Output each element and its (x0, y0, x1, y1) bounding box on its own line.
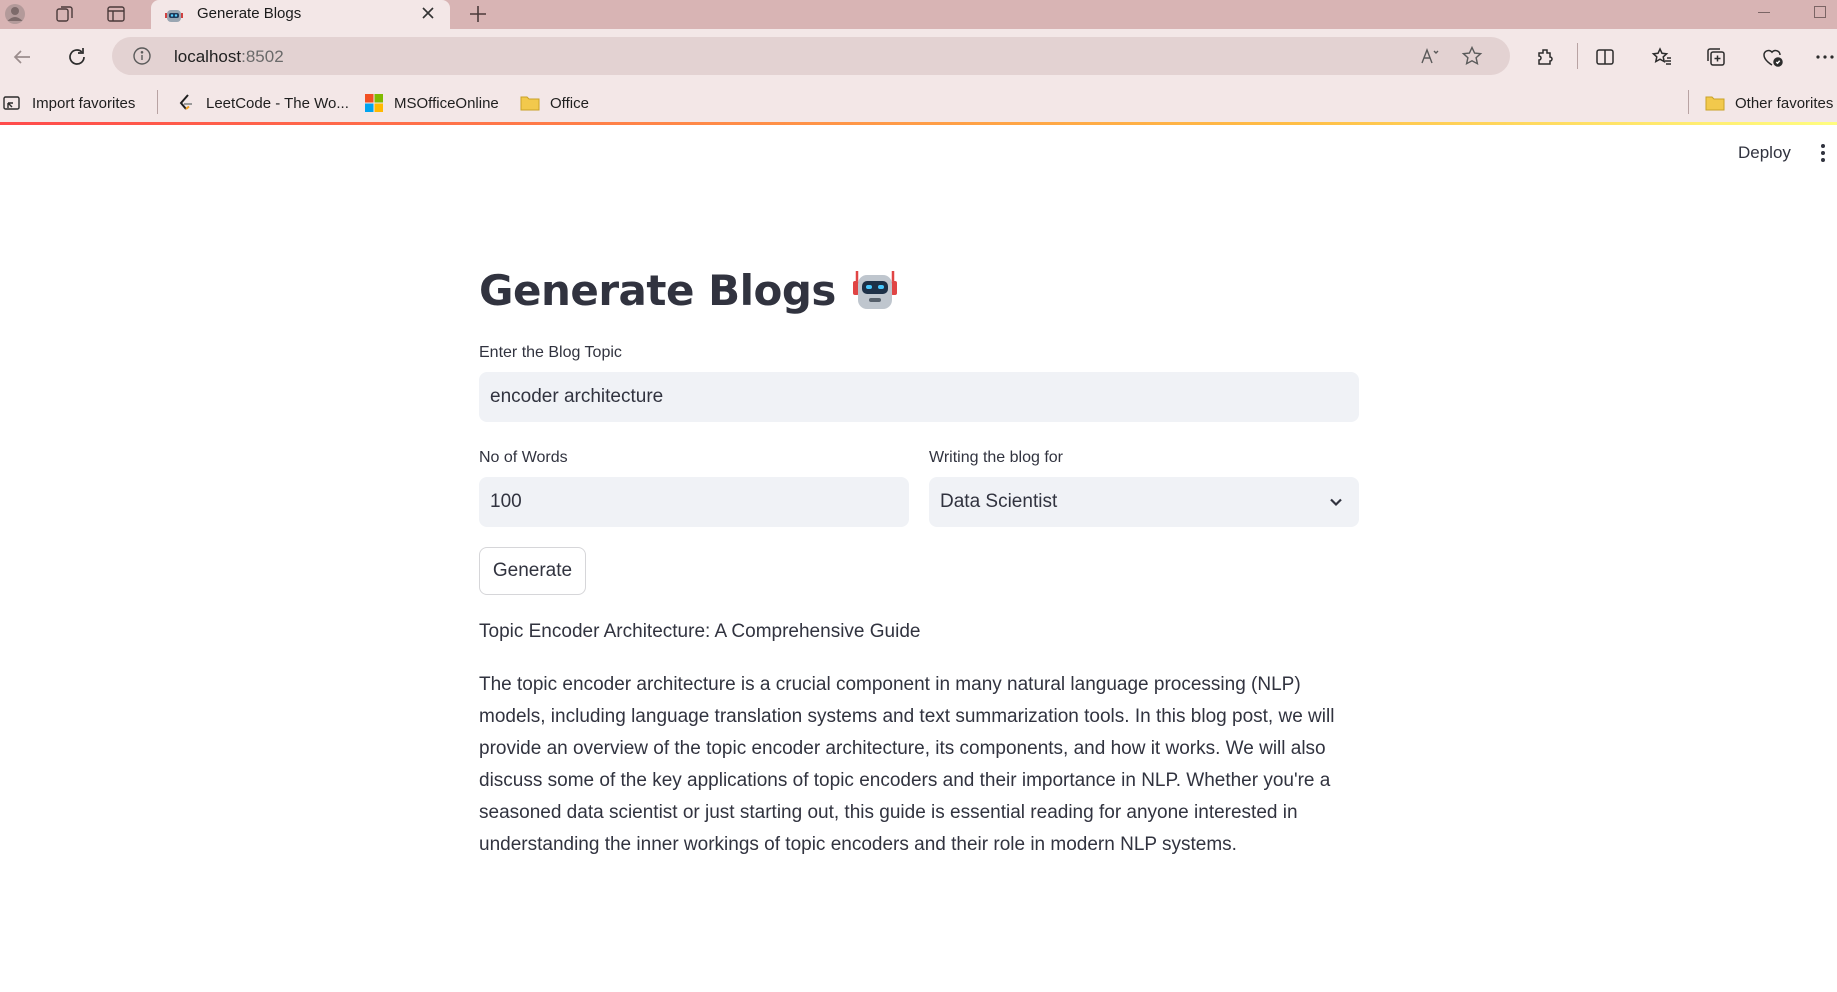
fav-label: LeetCode - The Wo... (206, 94, 349, 112)
collections-icon[interactable] (1704, 45, 1728, 69)
workspaces-icon[interactable] (54, 3, 76, 25)
robot-favicon-icon (164, 5, 184, 25)
maximize-icon[interactable] (1814, 6, 1826, 18)
split-screen-icon[interactable] (1593, 45, 1617, 69)
words-input[interactable]: 100 (479, 477, 909, 527)
words-label: No of Words (479, 449, 568, 466)
topic-input[interactable]: encoder architecture (479, 372, 1359, 422)
address-toolbar: localhost:8502 (0, 29, 1837, 84)
browser-essentials-icon[interactable] (1760, 45, 1784, 69)
audience-select-value: Data Scientist (940, 491, 1058, 512)
main-menu-icon[interactable] (1820, 144, 1826, 166)
refresh-icon[interactable] (63, 43, 91, 71)
profile-icon[interactable] (4, 3, 26, 25)
fav-label: Import favorites (32, 94, 136, 112)
microsoft-icon (364, 93, 384, 113)
leetcode-icon (176, 93, 196, 113)
audience-label: Writing the blog for (929, 449, 1063, 466)
favorites-divider (157, 90, 158, 114)
fav-msofficeonline[interactable]: MSOfficeOnline (364, 92, 499, 114)
toolbar-divider (1577, 43, 1578, 69)
close-tab-icon[interactable] (418, 3, 438, 23)
fav-office-folder[interactable]: Office (520, 92, 589, 114)
url-host: localhost (174, 47, 242, 66)
folder-icon (520, 93, 540, 113)
extensions-icon[interactable] (1534, 45, 1558, 69)
minimize-icon[interactable] (1758, 12, 1770, 13)
favorites-divider (1688, 90, 1689, 114)
address-bar[interactable]: localhost:8502 (112, 37, 1510, 75)
folder-icon (1705, 93, 1725, 113)
import-icon (2, 93, 22, 113)
favorite-star-icon[interactable] (1460, 44, 1484, 68)
page-title: Generate Blogs (479, 255, 1359, 325)
deploy-button[interactable]: Deploy (1738, 143, 1791, 163)
new-tab-icon[interactable] (466, 2, 490, 26)
favorites-icon[interactable] (1650, 45, 1674, 69)
app-decoration-bar (0, 122, 1837, 125)
fav-leetcode[interactable]: LeetCode - The Wo... (176, 92, 349, 114)
main-content: Generate Blogs Enter the Blog Topic enco… (479, 255, 1359, 855)
tab-strip: Generate Blogs (0, 0, 1837, 30)
topic-label: Enter the Blog Topic (479, 344, 622, 361)
url-port: :8502 (241, 47, 284, 66)
robot-emoji-icon (852, 267, 898, 313)
audience-select[interactable]: Data Scientist (929, 477, 1359, 527)
page-title-text: Generate Blogs (479, 265, 836, 315)
tab-actions-icon[interactable] (105, 3, 127, 25)
words-input-value: 100 (490, 491, 522, 512)
result-title: Topic Encoder Architecture: A Comprehens… (479, 621, 921, 642)
fav-label: MSOfficeOnline (394, 94, 499, 112)
fav-label: Other favorites (1735, 94, 1834, 112)
tab-title: Generate Blogs (197, 5, 302, 22)
generate-button[interactable]: Generate (479, 547, 586, 595)
fav-import-favorites[interactable]: Import favorites (2, 92, 135, 114)
more-options-icon[interactable] (1813, 45, 1837, 69)
back-icon[interactable] (8, 43, 36, 71)
fav-label: Office (550, 94, 589, 112)
url-text[interactable]: localhost:8502 (174, 47, 284, 67)
topic-input-value: encoder architecture (490, 386, 664, 407)
favorites-bar: Import favorites LeetCode - The Wo... MS… (0, 84, 1837, 122)
read-aloud-icon[interactable] (1418, 44, 1442, 68)
result-body: The topic encoder architecture is a cruc… (479, 674, 1335, 855)
chevron-down-icon (1327, 493, 1345, 511)
tab-generate-blogs[interactable]: Generate Blogs (151, 0, 450, 30)
fav-other-favorites[interactable]: Other favorites (1705, 92, 1833, 114)
site-info-icon[interactable] (132, 46, 152, 66)
